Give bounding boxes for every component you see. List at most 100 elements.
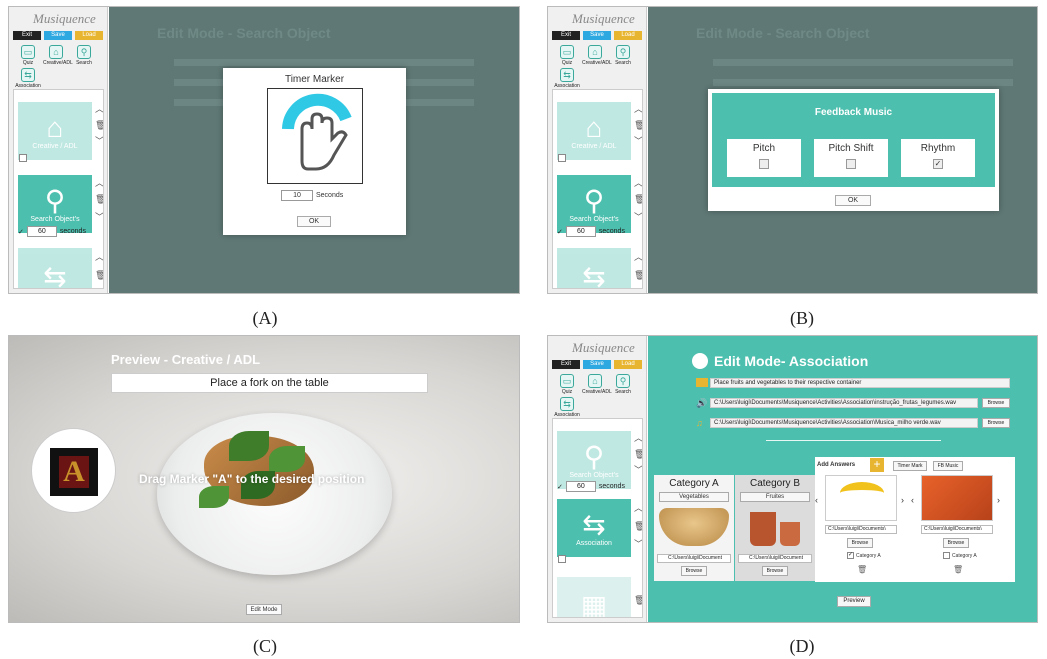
chevron-left-icon[interactable]: ‹ xyxy=(911,495,914,505)
load-button[interactable]: Load xyxy=(75,31,103,40)
house-icon: ⌂ xyxy=(46,111,64,143)
seconds-input[interactable]: 60 xyxy=(565,481,596,492)
tool-quiz[interactable]: ▭ Quiz xyxy=(554,374,580,395)
chevron-up-icon[interactable]: ︿ xyxy=(634,433,642,443)
trash-icon[interactable]: 🗑 xyxy=(634,521,642,531)
chevron-up-icon[interactable]: ︿ xyxy=(634,252,642,262)
trash-icon[interactable]: 🗑 xyxy=(634,120,642,130)
save-button[interactable]: Save xyxy=(583,360,611,369)
chevron-up-icon[interactable]: ︿ xyxy=(634,178,642,188)
chevron-up-icon[interactable]: ︿ xyxy=(95,178,103,188)
marker-circle[interactable]: A xyxy=(31,428,116,513)
chevron-left-icon[interactable]: ‹ xyxy=(815,495,818,505)
tool-association[interactable]: ⇆ Association xyxy=(554,397,580,418)
quiz-icon: ▭ xyxy=(560,374,574,388)
browse-button[interactable]: Browse xyxy=(847,538,873,548)
browse-button[interactable]: Browse xyxy=(982,418,1010,428)
chevron-down-icon[interactable]: ﹀ xyxy=(634,212,642,222)
browse-button[interactable]: Browse xyxy=(982,398,1010,408)
module-creative[interactable]: ⌂ Creative / ADL xyxy=(557,102,631,160)
seconds-input[interactable]: 60 xyxy=(26,226,57,237)
load-button[interactable]: Load xyxy=(614,360,642,369)
chevron-right-icon[interactable]: › xyxy=(997,495,1000,505)
ok-button[interactable]: OK xyxy=(297,216,331,227)
tool-search[interactable]: ⚲ Search xyxy=(610,374,636,395)
banana-image[interactable] xyxy=(825,475,897,521)
browse-button[interactable]: Browse xyxy=(762,566,788,576)
trash-icon[interactable]: 🗑 xyxy=(634,194,642,204)
check-icon[interactable]: ✓ xyxy=(557,228,563,236)
chevron-down-icon[interactable]: ﹀ xyxy=(95,136,103,146)
add-answer-button[interactable]: + xyxy=(870,458,884,472)
module-association[interactable]: ⇆ xyxy=(557,248,631,288)
trash-icon[interactable]: 🗑 xyxy=(634,449,642,459)
module-checkbox[interactable] xyxy=(19,154,27,162)
pots-image[interactable] xyxy=(740,508,810,546)
chevron-up-icon[interactable]: ︿ xyxy=(95,104,103,114)
category-b-name[interactable]: Fruites xyxy=(740,492,810,502)
trash-icon[interactable]: 🗑 xyxy=(95,194,103,204)
instruction-field[interactable]: Place fruits and vegetables to their res… xyxy=(710,378,1010,388)
tool-search[interactable]: ⚲ Search xyxy=(610,45,636,66)
tool-creative[interactable]: ⌂ Creative/ADL xyxy=(582,374,612,395)
chevron-down-icon[interactable]: ﹀ xyxy=(634,465,642,475)
timer-seconds-input[interactable]: 10 xyxy=(281,190,313,201)
house-icon: ⌂ xyxy=(588,45,602,59)
basket-image[interactable] xyxy=(659,508,729,546)
trash-icon[interactable]: 🗑 xyxy=(634,270,642,280)
pitch-shift-checkbox[interactable] xyxy=(846,159,856,169)
trash-icon[interactable]: 🗑 xyxy=(634,595,642,605)
exit-button[interactable]: Exit xyxy=(552,31,580,40)
fb-music-button[interactable]: FB Music xyxy=(933,461,963,471)
exit-button[interactable]: Exit xyxy=(552,360,580,369)
chevron-up-icon[interactable]: ︿ xyxy=(634,503,642,513)
answer-1-checkbox[interactable]: ✓ xyxy=(847,552,854,559)
tool-quiz[interactable]: ▭ Quiz xyxy=(554,45,580,66)
chevron-down-icon[interactable]: ﹀ xyxy=(634,136,642,146)
category-b: Category B Fruites C:\Users\luigi\Docume… xyxy=(735,475,815,581)
trash-icon[interactable]: 🗑 xyxy=(95,270,103,280)
module-quiz[interactable]: ▦ xyxy=(557,577,631,617)
trash-icon[interactable]: 🗑 xyxy=(953,565,963,574)
save-button[interactable]: Save xyxy=(44,31,72,40)
tool-quiz[interactable]: ▭ Quiz xyxy=(15,45,41,66)
tool-creative[interactable]: ⌂ Creative/ADL xyxy=(582,45,612,66)
chevron-up-icon[interactable]: ︿ xyxy=(634,104,642,114)
tool-search[interactable]: ⚲ Search xyxy=(71,45,97,66)
module-search[interactable]: ⚲ Search Object's xyxy=(557,175,631,233)
music-audio-field[interactable]: C:\Users\luigi\Documents\Musiquence\Acti… xyxy=(710,418,978,428)
tool-creative[interactable]: ⌂ Creative/ADL xyxy=(43,45,73,66)
chevron-up-icon[interactable]: ︿ xyxy=(95,252,103,262)
trash-icon[interactable]: 🗑 xyxy=(95,120,103,130)
browse-button[interactable]: Browse xyxy=(943,538,969,548)
instruction-audio-field[interactable]: C:\Users\luigi\Documents\Musiquence\Acti… xyxy=(710,398,978,408)
module-association[interactable]: ⇆ xyxy=(18,248,92,288)
save-button[interactable]: Save xyxy=(583,31,611,40)
module-creative[interactable]: ⌂ Creative / ADL xyxy=(18,102,92,160)
chevron-down-icon[interactable]: ﹀ xyxy=(634,539,642,549)
rhythm-checkbox[interactable]: ✓ xyxy=(933,159,943,169)
carrots-image[interactable] xyxy=(921,475,993,521)
pitch-checkbox[interactable] xyxy=(759,159,769,169)
module-association[interactable]: ⇆ Association xyxy=(557,499,631,557)
check-icon[interactable]: ✓ xyxy=(18,228,24,236)
ok-button[interactable]: OK xyxy=(835,195,871,206)
chevron-right-icon[interactable]: › xyxy=(901,495,904,505)
tool-association[interactable]: ⇆ Association xyxy=(15,68,41,89)
answer-2-checkbox[interactable] xyxy=(943,552,950,559)
tool-association[interactable]: ⇆ Association xyxy=(554,68,580,89)
browse-button[interactable]: Browse xyxy=(681,566,707,576)
seconds-input[interactable]: 60 xyxy=(565,226,596,237)
module-checkbox[interactable] xyxy=(558,154,566,162)
category-a-name[interactable]: Vegetables xyxy=(659,492,729,502)
trash-icon[interactable]: 🗑 xyxy=(857,565,867,574)
preview-button[interactable]: Preview xyxy=(837,596,871,607)
module-checkbox[interactable] xyxy=(558,555,566,563)
check-icon[interactable]: ✓ xyxy=(557,483,563,491)
edit-mode-button[interactable]: Edit Mode xyxy=(246,604,282,615)
exit-button[interactable]: Exit xyxy=(13,31,41,40)
timer-mark-button[interactable]: Timer Mark xyxy=(893,461,927,471)
load-button[interactable]: Load xyxy=(614,31,642,40)
chevron-down-icon[interactable]: ﹀ xyxy=(95,212,103,222)
module-search[interactable]: ⚲ Search Object's xyxy=(18,175,92,233)
